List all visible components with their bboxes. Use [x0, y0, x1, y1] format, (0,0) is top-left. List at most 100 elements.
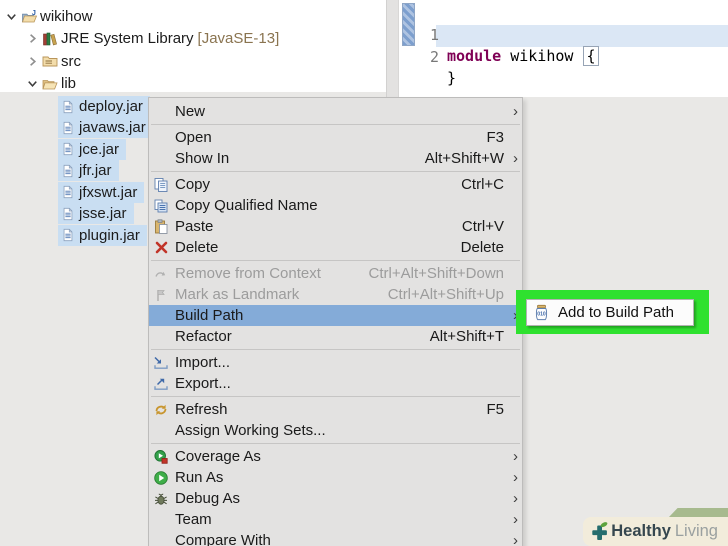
tree-item-plugin-jar[interactable]: plugin.jar [58, 224, 147, 246]
refresh-icon [151, 402, 171, 418]
java-project-icon: J [21, 9, 40, 25]
submenu-arrow-icon: › [513, 511, 518, 528]
watermark-brand-bold: Healthy [611, 522, 671, 540]
menu-item-copy[interactable]: Copy Ctrl+C [149, 174, 522, 195]
menu-item-label: Coverage As [175, 448, 261, 465]
jar-file-icon [61, 206, 79, 222]
jar-file-label: javaws.jar [79, 119, 146, 137]
menu-item-label: Build Path [175, 307, 244, 324]
tree-item-jsse-jar[interactable]: jsse.jar [58, 203, 134, 225]
menu-item-label: Import... [175, 354, 231, 371]
paste-icon [151, 218, 171, 235]
chevron-collapsed-icon[interactable] [25, 31, 42, 46]
menu-item-new[interactable]: New › [149, 101, 522, 122]
tree-item-jfxswt-jar[interactable]: jfxswt.jar [58, 181, 145, 203]
menu-item-shortcut: Ctrl+Alt+Shift+Down [368, 265, 504, 282]
menu-item-mark-as-landmark: Mark as Landmark Ctrl+Alt+Shift+Up [149, 284, 522, 305]
submenu-arrow-icon: › [513, 103, 518, 120]
menu-item-paste[interactable]: Paste Ctrl+V [149, 216, 522, 237]
code-editor[interactable]: 1 module wikihow { 2 } [399, 0, 728, 97]
menu-item-add-to-build-path[interactable]: 010 Add to Build Path [526, 299, 694, 326]
chevron-expanded-icon[interactable] [25, 76, 42, 91]
menu-item-label: Assign Working Sets... [175, 422, 326, 439]
menu-item-shortcut: Alt+Shift+W [424, 150, 504, 167]
copy-icon [151, 177, 171, 193]
jar-file-icon [61, 120, 79, 136]
menu-item-team[interactable]: Team › [149, 509, 522, 530]
tree-item-javaws-jar[interactable]: javaws.jar [58, 117, 153, 139]
menu-item-label: Run As [175, 469, 224, 486]
tree-item-deploy-jar[interactable]: deploy.jar [58, 96, 150, 117]
menu-item-label: Copy Qualified Name [175, 197, 318, 214]
menu-item-import[interactable]: Import... [149, 352, 522, 373]
jar-file-label: deploy.jar [79, 98, 143, 115]
menu-item-label: Compare With [175, 532, 271, 546]
menu-item-label: Open [175, 129, 212, 146]
menu-item-label: Delete [175, 239, 219, 256]
mark-as-landmark-icon [151, 287, 171, 303]
debug-icon [151, 491, 171, 507]
tree-item-label: JRE System Library [61, 30, 194, 48]
menu-separator [149, 347, 522, 352]
menu-item-label: Debug As [175, 490, 241, 507]
source-folder-icon [42, 53, 61, 69]
menu-item-coverage-as[interactable]: Coverage As › [149, 446, 522, 467]
menu-item-copy-qualified-name[interactable]: Copy Qualified Name [149, 195, 522, 216]
tree-item-lib[interactable]: lib [25, 73, 76, 94]
menu-separator [149, 122, 522, 127]
tree-item-label: src [61, 52, 81, 70]
menu-item-show-in[interactable]: Show In Alt+Shift+W › [149, 148, 522, 169]
menu-separator [149, 169, 522, 174]
menu-item-assign-working-sets[interactable]: Assign Working Sets... [149, 420, 522, 441]
folder-open-icon [42, 76, 61, 92]
healthy-living-watermark: Healthy Living [583, 517, 728, 546]
remove-from-context-icon [151, 266, 171, 282]
menu-item-shortcut: Alt+Shift+T [429, 328, 504, 345]
jar-file-label: jsse.jar [79, 205, 127, 223]
menu-item-shortcut: F5 [486, 401, 504, 418]
watermark-brand-light: Living [674, 522, 718, 540]
menu-item-refactor[interactable]: Refactor Alt+Shift+T [149, 326, 522, 347]
menu-item-label: New [175, 103, 206, 120]
tree-item-label: lib [61, 75, 77, 93]
menu-item-label: Refactor [175, 328, 232, 345]
open-brace: { [583, 46, 599, 66]
menu-item-run-as[interactable]: Run As › [149, 467, 522, 488]
menu-item-refresh[interactable]: Refresh F5 [149, 399, 522, 420]
jar-build-path-icon: 010 [533, 304, 550, 322]
jar-file-label: jfr.jar [79, 162, 112, 180]
tree-item-jfr-jar[interactable]: jfr.jar [58, 160, 119, 182]
menu-item-delete[interactable]: Delete Delete [149, 237, 522, 258]
tree-item-jce-jar[interactable]: jce.jar [58, 138, 127, 160]
menu-item-shortcut: Ctrl+V [461, 218, 504, 235]
close-brace: } [447, 69, 457, 87]
chevron-expanded-icon[interactable] [4, 9, 21, 24]
line-number: 2 [429, 48, 439, 66]
library-icon [42, 31, 61, 47]
jar-file-icon [61, 163, 79, 179]
tree-item-wikihow[interactable]: Jwikihow [4, 6, 93, 27]
jar-file-icon [61, 99, 79, 115]
jar-file-icon [61, 227, 79, 243]
menu-item-shortcut: F3 [486, 129, 504, 146]
code-line-2: 2 } [399, 26, 728, 87]
chevron-collapsed-icon[interactable] [25, 54, 42, 69]
menu-item-build-path[interactable]: Build Path› [149, 305, 522, 326]
code-line-1: 1 module wikihow { [399, 4, 728, 66]
menu-item-open[interactable]: Open F3 [149, 127, 522, 148]
menu-item-label: Export... [175, 375, 231, 392]
tree-item-jre-system-library[interactable]: JRE System Library [JavaSE-13] [25, 28, 279, 49]
menu-item-compare-with[interactable]: Compare With › [149, 530, 522, 546]
menu-item-label: Team [175, 511, 212, 528]
panel-divider[interactable] [386, 0, 399, 97]
jar-file-icon [61, 141, 79, 157]
menu-separator [149, 394, 522, 399]
menu-item-debug-as[interactable]: Debug As › [149, 488, 522, 509]
tree-item-src[interactable]: src [25, 51, 81, 72]
menu-item-shortcut: Delete [460, 239, 504, 256]
export-icon [151, 376, 171, 392]
menu-item-export[interactable]: Export... [149, 373, 522, 394]
menu-item-label: Paste [175, 218, 214, 235]
menu-item-label: Refresh [175, 401, 228, 418]
submenu-arrow-icon: › [513, 150, 518, 167]
